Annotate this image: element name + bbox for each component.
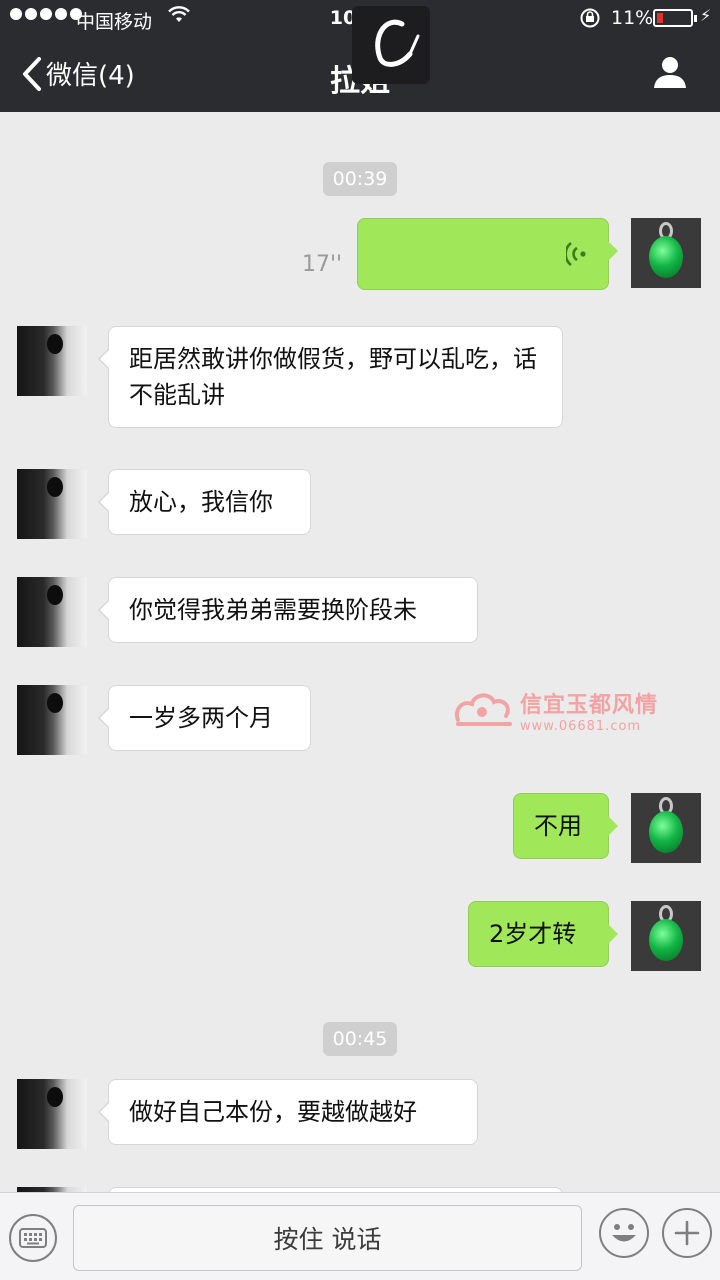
keyboard-toggle-button[interactable] (9, 1214, 57, 1262)
person-icon (654, 57, 686, 88)
chat-area[interactable]: 00:39 17'' 距居然敢讲你做假货，野可以乱吃，话不能乱讲 放心，我信你 … (0, 112, 720, 1192)
my-avatar[interactable] (631, 793, 701, 863)
timestamp: 00:39 (0, 162, 720, 196)
received-message[interactable]: 做好自己本份，要越做越好 (98, 1079, 478, 1145)
received-message[interactable]: 你觉得我弟弟需要换阶段未 (98, 577, 478, 643)
contact-avatar[interactable] (17, 685, 87, 755)
received-message[interactable]: 距居然敢讲你做假货，野可以乱吃，话不能乱讲 (98, 326, 563, 428)
sent-message[interactable]: 2岁才转 (468, 901, 618, 967)
contact-avatar[interactable] (17, 577, 87, 647)
my-avatar[interactable] (631, 218, 701, 288)
watermark-url: www.06681.com (520, 719, 642, 734)
my-avatar[interactable] (631, 901, 701, 971)
contact-avatar[interactable] (17, 469, 87, 539)
smiley-icon (612, 1224, 636, 1242)
contact-avatar[interactable] (17, 1079, 87, 1149)
profile-button[interactable] (652, 54, 688, 94)
rotation-lock-icon (579, 7, 601, 34)
hold-to-talk-button[interactable]: 按住 说话 (73, 1205, 582, 1271)
plus-icon (674, 1220, 700, 1246)
cloud-logo-icon (455, 693, 512, 726)
received-message[interactable]: 放心，我信你 (98, 469, 311, 535)
more-button[interactable] (662, 1208, 712, 1258)
input-bar: 按住 说话 (0, 1192, 720, 1280)
battery-icon (653, 9, 697, 27)
watermark-title: 信宜玉都风情 (520, 692, 659, 718)
voice-wave-icon (564, 239, 588, 279)
battery-percent: 11% (611, 7, 654, 29)
emoji-button[interactable] (599, 1208, 649, 1258)
watermark: 信宜玉都风情 www.06681.com (452, 687, 658, 734)
charging-icon: ⚡ (700, 6, 712, 25)
overlay-logo (352, 6, 430, 84)
received-message[interactable]: 一岁多两个月 (98, 685, 311, 751)
voice-duration: 17'' (302, 252, 343, 277)
keyboard-icon (19, 1228, 47, 1248)
voice-message-bubble[interactable] (357, 218, 618, 290)
contact-avatar[interactable] (17, 326, 87, 396)
timestamp: 00:45 (0, 1022, 720, 1056)
sent-message[interactable]: 不用 (513, 793, 618, 859)
top-bar: 中国移动 10:32 11% ⚡ 微信(4) 拉姐 (0, 0, 720, 112)
